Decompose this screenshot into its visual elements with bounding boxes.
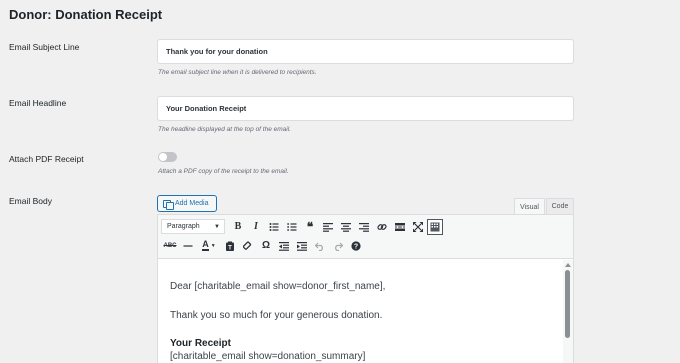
align-center-icon (341, 222, 351, 232)
horizontal-line-icon (183, 244, 193, 247)
paste-text-button[interactable]: T (221, 237, 239, 255)
subject-input[interactable]: Thank you for your donation (157, 39, 574, 64)
headline-input[interactable]: Your Donation Receipt (157, 96, 574, 121)
svg-text:T: T (228, 245, 232, 251)
svg-text:?: ? (354, 243, 358, 250)
subject-label: Email Subject Line (9, 42, 80, 52)
editor-content[interactable]: Dear [charitable_email show=donor_first_… (158, 260, 563, 363)
chevron-down-icon: ▼ (210, 242, 216, 249)
body-label: Email Body (9, 196, 52, 206)
receipt-heading: Your Receipt (170, 338, 231, 349)
donation-summary-shortcode: [charitable_email show=donation_summary] (170, 351, 366, 362)
italic-button[interactable]: I (247, 218, 265, 236)
add-media-button[interactable]: Add Media (157, 195, 217, 212)
toolbar-toggle-icon (430, 222, 440, 231)
align-right-button[interactable] (355, 218, 373, 236)
tab-visual[interactable]: Visual (514, 198, 545, 215)
undo-icon (315, 242, 323, 251)
align-center-button[interactable] (337, 218, 355, 236)
add-media-label: Add Media (175, 200, 209, 207)
horizontal-line-button[interactable] (179, 237, 197, 255)
blockquote-button[interactable]: ❝ (301, 218, 319, 236)
email-body-editor: Paragraph ▼ B I ❝ ABC A ▼ T Ω ? Dear [ch… (157, 214, 574, 363)
help-icon: ? (351, 240, 361, 251)
fullscreen-icon (413, 221, 423, 232)
chevron-down-icon: ▼ (214, 223, 220, 230)
pdf-description: Attach a PDF copy of the receipt to the … (158, 168, 289, 175)
headline-label: Email Headline (9, 98, 67, 108)
pdf-toggle[interactable] (158, 152, 177, 162)
read-more-button[interactable] (391, 218, 409, 236)
italic-icon: I (254, 221, 258, 232)
text-color-icon: A (202, 239, 209, 251)
editor-toolbar: Paragraph ▼ B I ❝ ABC A ▼ T Ω ? (158, 215, 573, 259)
subject-description: The email subject line when it is delive… (158, 69, 317, 76)
insert-link-button[interactable] (373, 218, 391, 236)
text-color-button[interactable]: A ▼ (197, 237, 221, 255)
omega-icon: Ω (261, 240, 271, 251)
toolbar-row-1: Paragraph ▼ B I ❝ (161, 217, 443, 236)
indent-button[interactable] (293, 237, 311, 255)
page-title: Donor: Donation Receipt (9, 7, 163, 22)
clear-formatting-button[interactable] (239, 237, 257, 255)
scroll-up-icon[interactable] (565, 263, 571, 267)
align-right-icon (359, 222, 369, 232)
format-select-value: Paragraph (167, 223, 200, 230)
numbered-list-button[interactable] (283, 218, 301, 236)
format-select[interactable]: Paragraph ▼ (161, 219, 225, 234)
eraser-icon (243, 241, 252, 250)
scrollbar-thumb[interactable] (565, 270, 570, 338)
bullet-list-button[interactable] (265, 218, 283, 236)
redo-button[interactable] (329, 237, 347, 255)
strikethrough-icon: ABC (163, 242, 177, 249)
quote-icon: ❝ (306, 219, 314, 234)
fullscreen-button[interactable] (409, 218, 427, 236)
thank-you-line: Thank you so much for your generous dona… (170, 310, 383, 321)
numbered-list-icon (287, 222, 297, 231)
outdent-icon (279, 241, 289, 251)
bold-button[interactable]: B (229, 218, 247, 236)
pdf-label: Attach PDF Receipt (9, 154, 84, 164)
align-left-button[interactable] (319, 218, 337, 236)
undo-button[interactable] (311, 237, 329, 255)
tab-code[interactable]: Code (546, 198, 574, 215)
greeting-line: Dear [charitable_email show=donor_first_… (170, 281, 386, 292)
outdent-button[interactable] (275, 237, 293, 255)
strikethrough-button[interactable]: ABC (161, 237, 179, 255)
toolbar-row-2: ABC A ▼ T Ω ? (161, 236, 365, 255)
indent-icon (297, 241, 307, 251)
toggle-knob (159, 153, 167, 161)
help-button[interactable]: ? (347, 237, 365, 255)
bold-icon: B (234, 221, 242, 232)
bullet-list-icon (269, 222, 279, 231)
headline-description: The headline displayed at the top of the… (158, 126, 291, 133)
media-icon (163, 199, 174, 210)
clipboard-icon: T (226, 241, 234, 251)
redo-icon (335, 242, 343, 251)
link-icon (377, 223, 387, 230)
align-left-icon (323, 222, 333, 232)
toolbar-toggle-button[interactable] (427, 218, 443, 235)
special-character-button[interactable]: Ω (257, 237, 275, 255)
editor-scrollbar[interactable] (563, 260, 573, 363)
read-more-icon (395, 222, 405, 231)
